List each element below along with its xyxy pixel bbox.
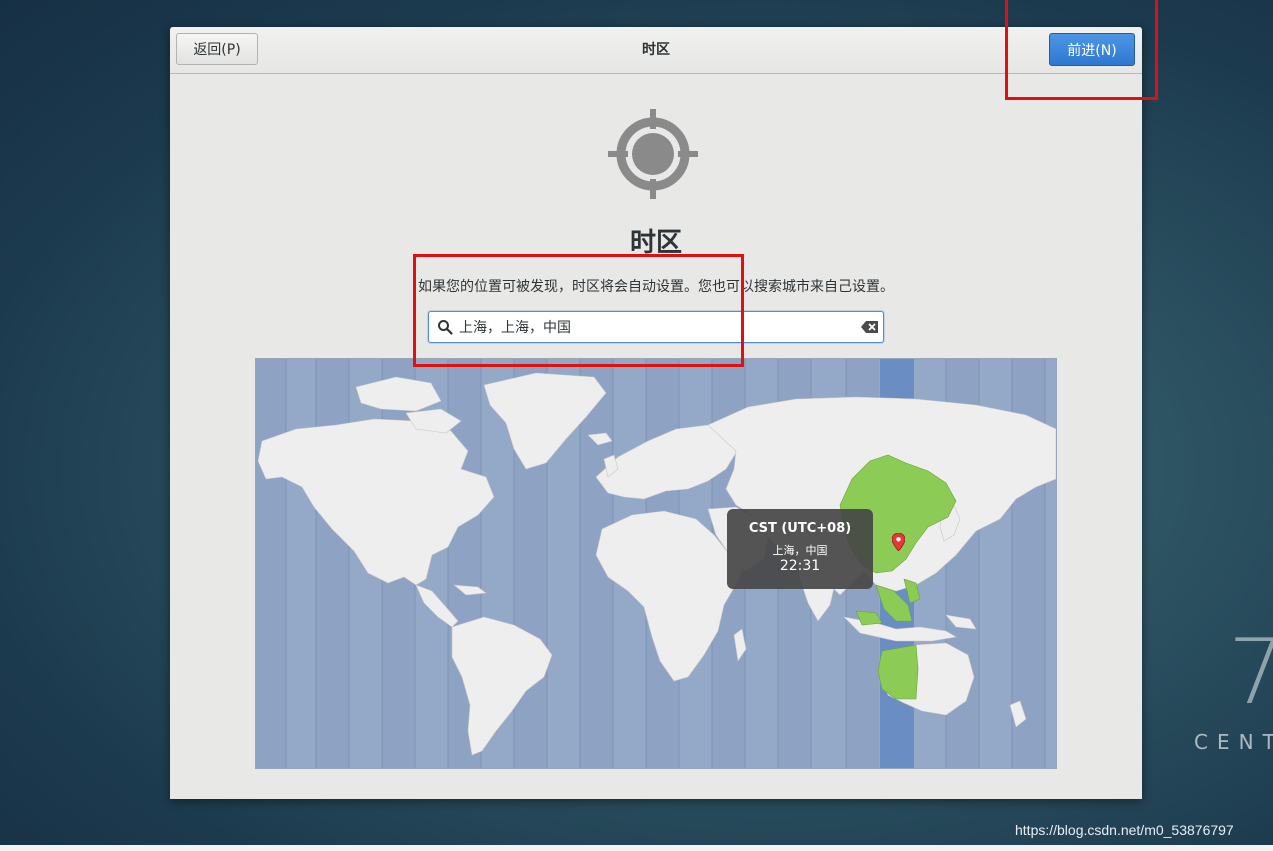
timezone-tooltip: CST (UTC+08) 上海，中国 22:31: [727, 509, 873, 589]
timezone-location: 上海，中国: [772, 544, 828, 557]
timezone-abbreviation: CST (UTC+08): [748, 521, 852, 536]
timezone-time: 22:31: [779, 558, 821, 574]
window-title: 时区: [642, 42, 670, 58]
map-pin-icon: [892, 533, 905, 551]
highlight-box-next: [1005, 0, 1158, 100]
clear-text-icon[interactable]: [861, 320, 879, 334]
world-timezone-map[interactable]: [255, 358, 1057, 769]
back-button[interactable]: 返回(P): [176, 33, 258, 65]
watermark: https://blog.csdn.net/m0_53876797: [1015, 822, 1234, 838]
highlight-box-search: [413, 254, 744, 367]
brand-text: CENT: [1194, 730, 1273, 754]
brand-number: 7: [1228, 620, 1273, 725]
header-bar: 返回(P) 时区 前进(N): [170, 27, 1142, 74]
world-map-graphic: [256, 359, 1056, 768]
taskbar-strip: [0, 845, 1273, 851]
location-target-icon: [608, 109, 698, 199]
